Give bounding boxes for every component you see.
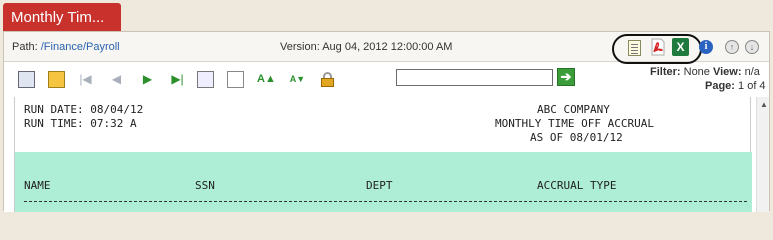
increase-font-icon[interactable]: A▲: [257, 71, 276, 88]
report-content: RUN DATE: 08/04/12 RUN TIME: 07:32 A ABC…: [4, 97, 769, 212]
lock-icon[interactable]: [319, 71, 336, 88]
page-label: Page:: [705, 80, 735, 92]
page-value: 1 of 4: [738, 80, 766, 92]
path-label: Path:: [12, 41, 41, 53]
run-time: RUN TIME: 07:32 A: [24, 117, 137, 130]
report-page: RUN DATE: 08/04/12 RUN TIME: 07:32 A ABC…: [14, 97, 752, 212]
run-date: RUN DATE: 08/04/12: [24, 103, 144, 116]
version-label: Version:: [280, 41, 323, 53]
view-label: View:: [712, 66, 742, 78]
view-value: n/a: [744, 66, 760, 78]
print-icon[interactable]: [197, 71, 214, 88]
report-view-icon[interactable]: [18, 71, 35, 88]
column-name: NAME: [24, 179, 51, 192]
report-title: MONTHLY TIME OFF ACCRUAL: [495, 117, 654, 130]
document-icon[interactable]: [227, 71, 244, 88]
filter-view-status: Filter: None View: n/a: [650, 66, 760, 78]
report-as-of: AS OF 08/01/12: [530, 131, 623, 144]
excel-export-icon[interactable]: X: [672, 38, 689, 56]
column-dept: DEPT: [366, 179, 393, 192]
go-button[interactable]: ➔: [557, 68, 575, 86]
scroll-up-icon[interactable]: ↑: [725, 40, 739, 54]
filter-value: None: [683, 66, 710, 78]
info-icon[interactable]: i: [699, 40, 713, 54]
column-accrual-type: ACCRUAL TYPE: [537, 179, 617, 192]
version-value: Aug 04, 2012 12:00:00 AM: [322, 41, 453, 53]
lock-body: [321, 78, 334, 87]
column-ssn: SSN: [195, 179, 215, 192]
sticky-note-icon[interactable]: [48, 71, 65, 88]
company-name: ABC COMPANY: [537, 103, 610, 116]
filter-label: Filter:: [650, 66, 681, 78]
previous-page-icon[interactable]: ◀: [108, 71, 125, 88]
first-page-icon[interactable]: |◀: [77, 71, 94, 88]
next-page-icon[interactable]: ▶: [139, 71, 156, 88]
report-panel: Path: /Finance/Payroll Version: Aug 04, …: [3, 31, 770, 212]
version-info: Version: Aug 04, 2012 12:00:00 AM: [280, 41, 452, 53]
pdf-export-icon[interactable]: [650, 38, 666, 56]
last-page-icon[interactable]: ▶|: [169, 71, 186, 88]
decrease-font-icon[interactable]: A▼: [289, 71, 306, 88]
scroll-down-icon[interactable]: ↓: [745, 40, 759, 54]
header-separator: [24, 201, 747, 202]
scrollbar-up-arrow-icon[interactable]: ▲: [760, 100, 768, 109]
text-export-icon[interactable]: [628, 40, 641, 56]
search-input[interactable]: [396, 69, 553, 86]
report-scrollbar[interactable]: ▲: [756, 97, 769, 212]
report-toolbar: |◀ ◀ ▶ ▶| A▲ A▼ ➔ Filter: None View: n/a…: [4, 63, 769, 96]
breadcrumb: Path: /Finance/Payroll: [12, 41, 120, 53]
page-status: Page: 1 of 4: [705, 80, 766, 92]
report-tab[interactable]: Monthly Tim...: [3, 3, 121, 33]
path-link[interactable]: /Finance/Payroll: [41, 41, 120, 53]
